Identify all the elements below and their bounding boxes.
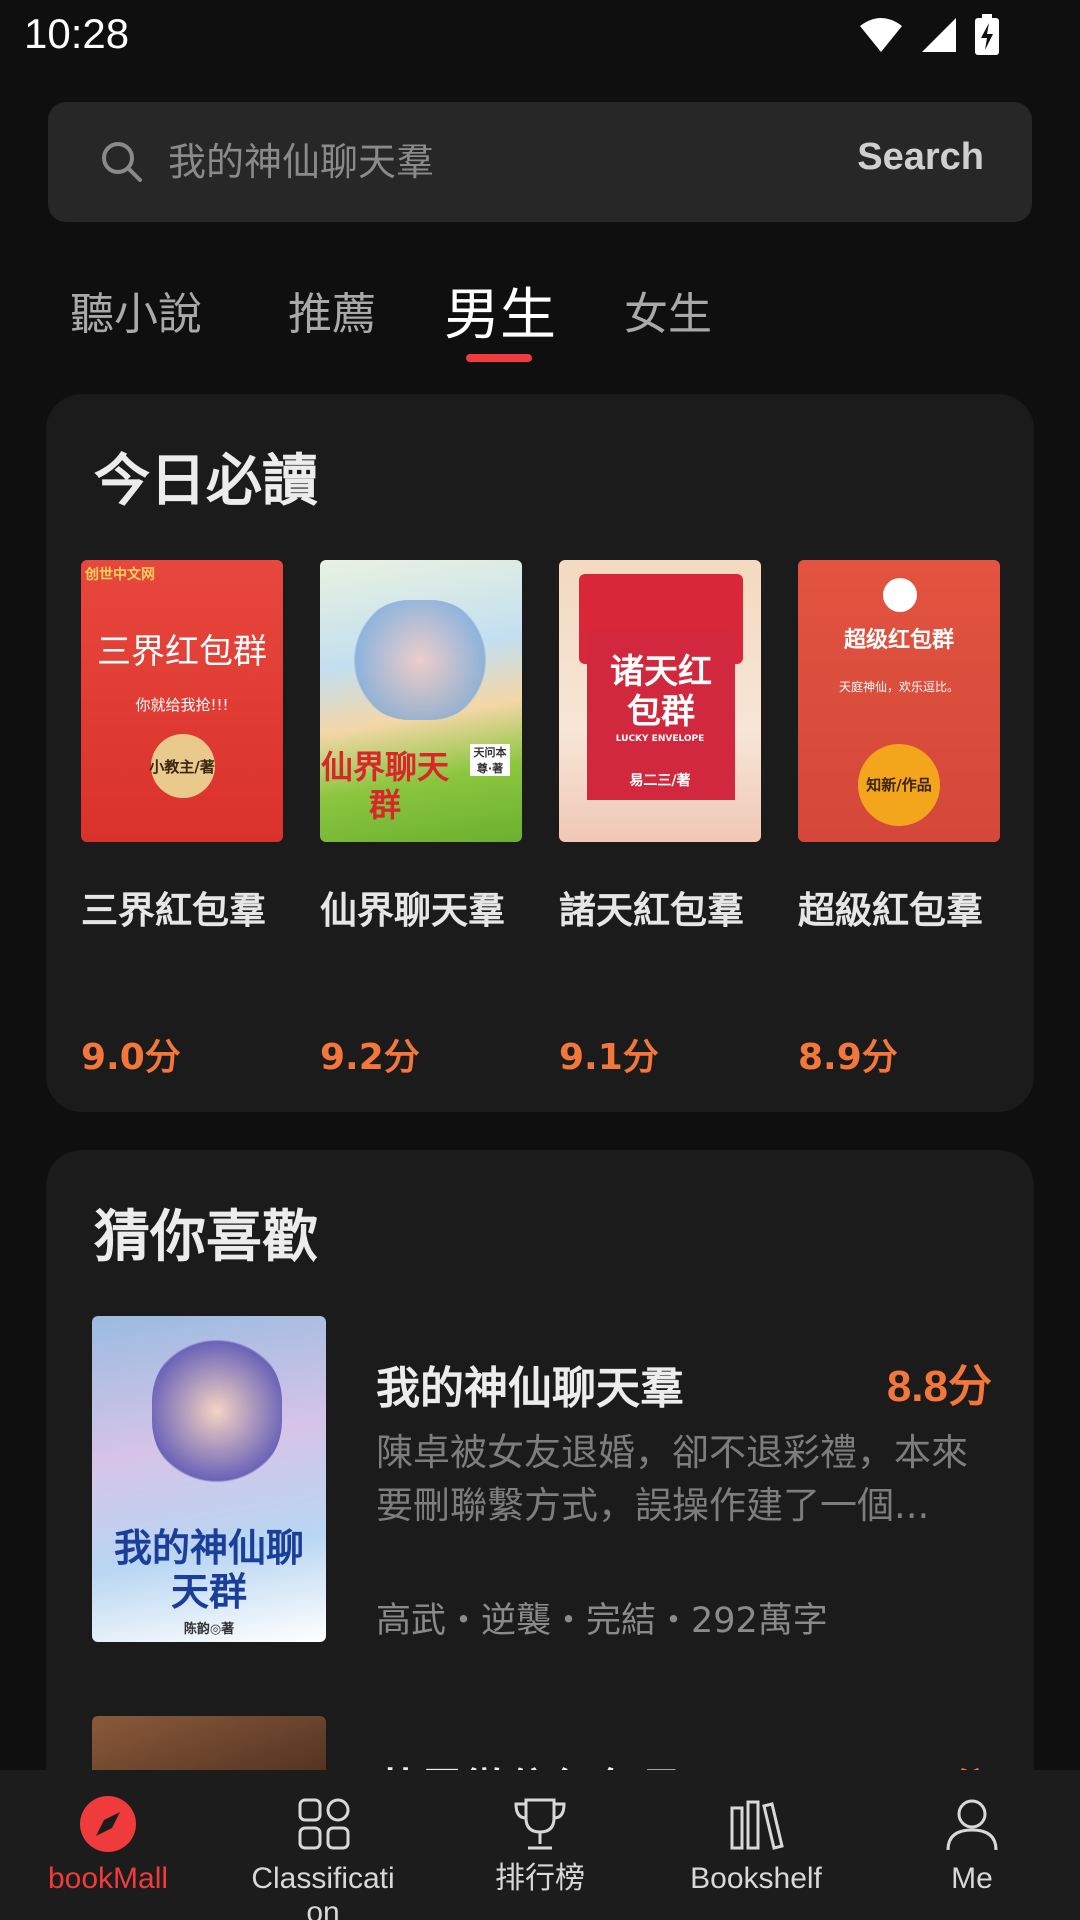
compass-icon xyxy=(80,1796,136,1852)
book-cover: 创世中文网 三界红包群 你就给我抢!!! 小教主/著 xyxy=(81,560,283,842)
daily-must-read-section: 今日必讀 创世中文网 三界红包群 你就给我抢!!! 小教主/著 三界紅包羣 9.… xyxy=(46,394,1034,1112)
active-tab-indicator xyxy=(466,354,532,362)
search-input[interactable] xyxy=(168,128,808,196)
cover-author: 天问本尊·著 xyxy=(470,744,510,776)
tab-recommended[interactable]: 推薦 xyxy=(288,278,376,342)
cover-avatar xyxy=(883,578,917,612)
nav-label: Classification xyxy=(251,1862,395,1920)
tab-female[interactable]: 女生 xyxy=(624,278,712,342)
cover-title: 诸天红包群 xyxy=(610,652,712,732)
cover-publisher: 创世中文网 xyxy=(85,567,155,583)
section-title: 今日必讀 xyxy=(94,449,318,514)
grid-icon xyxy=(298,1798,350,1850)
category-tabs: 聽小說 推薦 男生 女生 xyxy=(0,270,1080,370)
list-item[interactable]: 我的神仙聊天群 陈韵◎著 我的神仙聊天羣 8.8分 陳卓被女友退婚，卻不退彩禮，… xyxy=(92,1316,992,1646)
trophy-icon xyxy=(514,1798,566,1850)
cover-title: 仙界聊天群 xyxy=(320,748,449,824)
cover-author: 易二三/著 xyxy=(629,773,691,789)
tab-audio-novel[interactable]: 聽小說 xyxy=(70,278,202,342)
daily-book-card[interactable]: 创世中文网 三界红包群 你就给我抢!!! 小教主/著 三界紅包羣 9.0分 xyxy=(81,560,285,1078)
nav-classification[interactable]: Classification xyxy=(216,1770,432,1920)
bottom-nav: bookMall Classification 排行榜 Bookshelf Me xyxy=(0,1770,1080,1920)
cover-title: 我的神仙聊天群 xyxy=(113,1526,304,1614)
nav-label: Bookshelf xyxy=(690,1862,822,1895)
status-icons xyxy=(858,14,1000,56)
cover-illustration xyxy=(152,1336,282,1486)
nav-me[interactable]: Me xyxy=(864,1770,1080,1920)
cover-title: 超级红包群 xyxy=(843,628,954,653)
book-title: 我的神仙聊天羣 xyxy=(376,1363,684,1414)
daily-book-card[interactable]: 诸天红包群 LUCKY ENVELOPE 易二三/著 諸天紅包羣 9.1分 xyxy=(559,560,763,1078)
nav-ranking[interactable]: 排行榜 xyxy=(432,1770,648,1920)
book-title: 仙界聊天羣 xyxy=(320,889,505,932)
book-score: 8.9分 xyxy=(798,1037,898,1078)
book-score: 9.0分 xyxy=(81,1037,181,1078)
cover-illustration xyxy=(350,600,490,720)
book-cover: 仙界聊天群 天问本尊·著 xyxy=(320,560,522,842)
search-icon xyxy=(102,142,142,182)
book-score: 9.2分 xyxy=(320,1037,420,1078)
cover-author: 陈韵◎著 xyxy=(183,1622,235,1637)
book-title: 諸天紅包羣 xyxy=(559,889,744,932)
search-button[interactable]: Search xyxy=(857,136,984,179)
nav-label: Me xyxy=(951,1862,993,1895)
status-bar: 10:28 xyxy=(0,0,1080,72)
person-icon xyxy=(946,1799,998,1851)
daily-book-card[interactable]: 仙界聊天群 天问本尊·著 仙界聊天羣 9.2分 xyxy=(320,560,524,1078)
status-time: 10:28 xyxy=(24,10,130,57)
cover-author: 知新/作品 xyxy=(866,776,932,794)
tab-male[interactable]: 男生 xyxy=(444,270,556,351)
signal-icon xyxy=(922,18,956,52)
book-score: 9.1分 xyxy=(559,1037,659,1078)
book-description: 陳卓被女友退婚，卻不退彩禮，本來要刪聯繫方式，誤操作建了一個... xyxy=(376,1431,968,1527)
nav-label: bookMall xyxy=(47,1862,169,1895)
nav-book-mall[interactable]: bookMall xyxy=(0,1770,216,1920)
cover-subtitle: LUCKY ENVELOPE xyxy=(615,734,705,744)
screen: 10:28 Search 聽小說 推薦 男生 女生 xyxy=(0,0,1080,1920)
book-score: 8.8分 xyxy=(886,1362,992,1411)
book-title: 三界紅包羣 xyxy=(81,889,266,932)
book-cover: 超级红包群 天庭神仙，欢乐逗比。 知新/作品 xyxy=(798,560,1000,842)
bookshelf-icon xyxy=(730,1800,784,1850)
book-meta: 高武・逆襲・完結・292萬字 xyxy=(376,1601,828,1641)
cover-subtitle: 天庭神仙，欢乐逗比。 xyxy=(838,680,959,694)
book-cover: 诸天红包群 LUCKY ENVELOPE 易二三/著 xyxy=(559,560,761,842)
cover-subtitle: 你就给我抢!!! xyxy=(135,696,229,714)
wifi-icon xyxy=(860,18,902,52)
nav-label: 排行榜 xyxy=(495,1862,585,1895)
search-bar: Search xyxy=(48,102,1032,222)
book-title: 超級紅包羣 xyxy=(798,889,983,932)
nav-bookshelf[interactable]: Bookshelf xyxy=(648,1770,864,1920)
section-title: 猜你喜歡 xyxy=(94,1205,318,1270)
book-cover: 我的神仙聊天群 陈韵◎著 xyxy=(92,1316,326,1642)
daily-book-list: 创世中文网 三界红包群 你就给我抢!!! 小教主/著 三界紅包羣 9.0分 仙界… xyxy=(81,560,1001,1080)
battery-charging-icon xyxy=(975,14,999,55)
cover-author: 小教主/著 xyxy=(149,758,215,776)
daily-book-card[interactable]: 超级红包群 天庭神仙，欢乐逗比。 知新/作品 超級紅包羣 8.9分 xyxy=(798,560,1002,1078)
cover-title: 三界红包群 xyxy=(97,632,267,672)
